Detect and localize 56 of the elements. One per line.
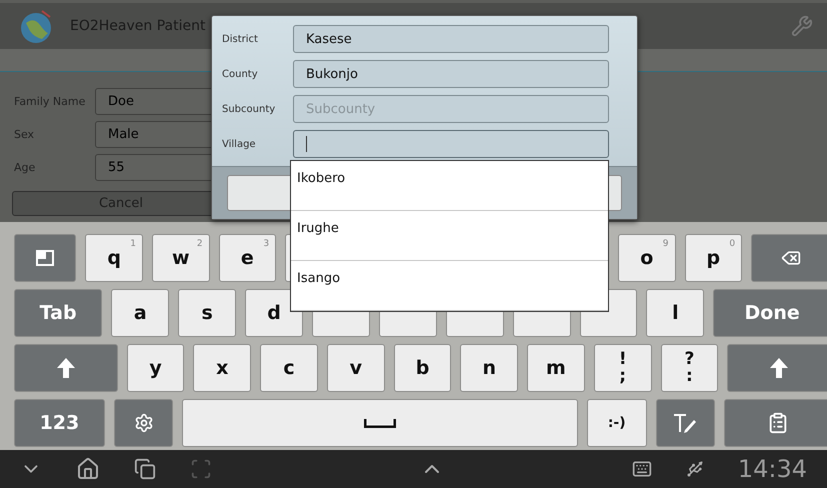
space-icon (364, 418, 396, 428)
letter-key[interactable]: a (111, 289, 170, 337)
punctuation-key[interactable]: ! ; (594, 344, 652, 392)
letter-key[interactable]: n (460, 344, 518, 392)
recent-apps-icon[interactable] (134, 458, 156, 480)
space-key[interactable] (182, 399, 578, 447)
shift-key[interactable] (14, 344, 118, 392)
letter-key[interactable]: x (193, 344, 252, 392)
settings-icon (134, 413, 154, 433)
letter-key[interactable]: c (260, 344, 318, 392)
home-icon[interactable] (76, 457, 100, 481)
field-label: Family Name (14, 94, 86, 108)
suggestion-item[interactable]: Ikobero (291, 161, 608, 211)
shift-key[interactable] (727, 344, 827, 392)
field-label: District (222, 34, 259, 44)
punctuation-key[interactable]: ? : (660, 344, 718, 392)
emoticon-key[interactable]: :-) (586, 399, 646, 447)
letter-key[interactable]: m (527, 344, 585, 392)
shift-arrow-icon (770, 358, 788, 378)
letter-key[interactable]: e 3 (218, 234, 276, 282)
letter-key[interactable]: b (394, 344, 452, 392)
input-field[interactable]: Kasese (293, 25, 609, 53)
letter-key[interactable]: o 9 (618, 234, 676, 282)
key-number-hint: 0 (729, 239, 736, 249)
suggestion-item[interactable]: Irughe (291, 211, 608, 261)
action-key[interactable]: 123 (14, 399, 105, 447)
shift-arrow-icon (56, 358, 75, 378)
key-number-hint: 2 (196, 239, 203, 249)
key-number-hint: 3 (263, 239, 270, 249)
field-label: Sex (14, 128, 36, 141)
key-number-hint: 1 (130, 239, 136, 249)
letter-key[interactable]: l (646, 289, 704, 337)
clipboard-key[interactable] (724, 399, 827, 447)
text-pen-icon (673, 413, 698, 433)
action-key[interactable]: Done (713, 289, 827, 337)
letter-key[interactable]: v (326, 344, 385, 392)
key-number-hint: 9 (662, 239, 668, 249)
usb-icon (686, 460, 704, 478)
settings-key[interactable] (114, 399, 174, 447)
field-label: County (222, 68, 259, 80)
letter-key[interactable]: y (126, 344, 184, 392)
suggestion-item[interactable]: Isango (291, 261, 608, 311)
clock-time: 14:34 (738, 455, 807, 483)
letter-key[interactable]: w 2 (152, 234, 210, 282)
resize-icon (36, 250, 54, 266)
input-field[interactable] (293, 130, 609, 158)
resize-key[interactable] (14, 234, 76, 282)
input-field[interactable]: Bukonjo (293, 60, 609, 88)
field-label: Age (14, 160, 36, 174)
letter-key[interactable]: p 0 (684, 234, 742, 282)
letter-key[interactable]: s (178, 289, 236, 337)
action-key[interactable]: Tab (14, 289, 102, 337)
keyboard-icon (632, 459, 652, 479)
letter-key[interactable]: q 1 (85, 234, 143, 282)
backspace-key[interactable] (751, 234, 827, 282)
handwriting-key[interactable] (656, 399, 716, 447)
